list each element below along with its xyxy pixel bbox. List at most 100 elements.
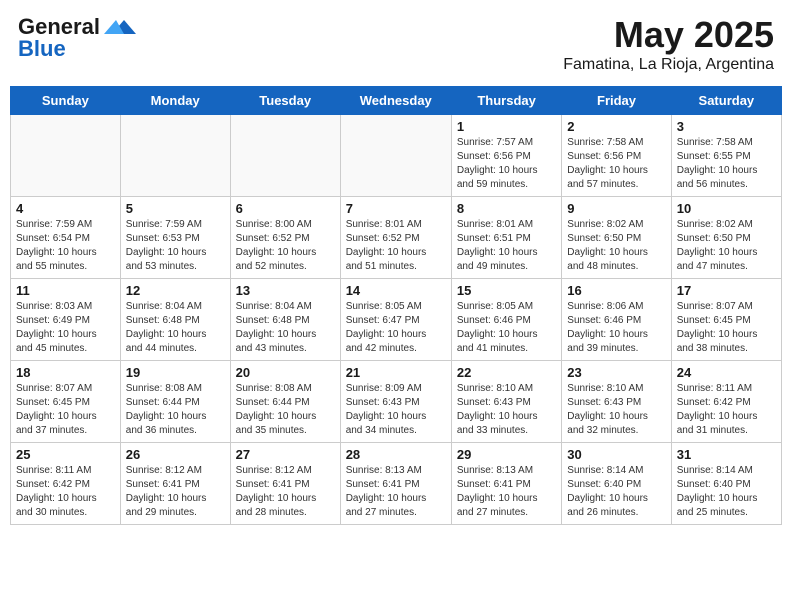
day-number: 21 xyxy=(346,365,446,380)
header-row: SundayMondayTuesdayWednesdayThursdayFrid… xyxy=(11,87,782,115)
day-info: Sunrise: 7:59 AM Sunset: 6:54 PM Dayligh… xyxy=(16,218,115,274)
day-number: 4 xyxy=(16,201,115,216)
day-number: 1 xyxy=(457,119,556,134)
day-number: 7 xyxy=(346,201,446,216)
day-number: 31 xyxy=(677,447,776,462)
header-cell-friday: Friday xyxy=(562,87,671,115)
day-info: Sunrise: 8:13 AM Sunset: 6:41 PM Dayligh… xyxy=(457,464,556,520)
day-cell: 15 Sunrise: 8:05 AM Sunset: 6:46 PM Dayli… xyxy=(451,279,561,361)
day-info: Sunrise: 8:09 AM Sunset: 6:43 PM Dayligh… xyxy=(346,382,446,438)
day-info: Sunrise: 8:14 AM Sunset: 6:40 PM Dayligh… xyxy=(677,464,776,520)
day-cell: 17 Sunrise: 8:07 AM Sunset: 6:45 PM Dayli… xyxy=(671,279,781,361)
header-cell-saturday: Saturday xyxy=(671,87,781,115)
day-cell: 30Sunrise: 8:14 AM Sunset: 6:40 PM Dayli… xyxy=(562,443,671,525)
day-number: 30 xyxy=(567,447,665,462)
day-info: Sunrise: 8:06 AM Sunset: 6:46 PM Dayligh… xyxy=(567,300,665,356)
day-cell: 31 Sunrise: 8:14 AM Sunset: 6:40 PM Dayli… xyxy=(671,443,781,525)
day-number: 12 xyxy=(126,283,225,298)
day-cell: 23 Sunrise: 8:10 AM Sunset: 6:43 PM Dayli… xyxy=(562,361,671,443)
day-info: Sunrise: 8:00 AM Sunset: 6:52 PM Dayligh… xyxy=(236,218,335,274)
week-row-5: 25Sunrise: 8:11 AM Sunset: 6:42 PM Dayli… xyxy=(11,443,782,525)
day-number: 17 xyxy=(677,283,776,298)
day-number: 19 xyxy=(126,365,225,380)
day-cell: 4 Sunrise: 7:59 AM Sunset: 6:54 PM Daylig… xyxy=(11,197,121,279)
day-number: 25 xyxy=(16,447,115,462)
day-info: Sunrise: 8:05 AM Sunset: 6:47 PM Dayligh… xyxy=(346,300,446,356)
day-number: 6 xyxy=(236,201,335,216)
day-number: 2 xyxy=(567,119,665,134)
day-number: 16 xyxy=(567,283,665,298)
day-cell: 7Sunrise: 8:01 AM Sunset: 6:52 PM Daylig… xyxy=(340,197,451,279)
logo-icon xyxy=(104,16,136,38)
day-number: 18 xyxy=(16,365,115,380)
day-number: 20 xyxy=(236,365,335,380)
day-cell: 20 Sunrise: 8:08 AM Sunset: 6:44 PM Dayli… xyxy=(230,361,340,443)
header-cell-sunday: Sunday xyxy=(11,87,121,115)
calendar-table: SundayMondayTuesdayWednesdayThursdayFrid… xyxy=(10,86,782,525)
day-number: 10 xyxy=(677,201,776,216)
day-cell: 25Sunrise: 8:11 AM Sunset: 6:42 PM Dayli… xyxy=(11,443,121,525)
day-info: Sunrise: 8:07 AM Sunset: 6:45 PM Dayligh… xyxy=(677,300,776,356)
day-number: 3 xyxy=(677,119,776,134)
day-cell: 11 Sunrise: 8:03 AM Sunset: 6:49 PM Dayli… xyxy=(11,279,121,361)
day-cell xyxy=(11,115,121,197)
day-cell xyxy=(230,115,340,197)
day-info: Sunrise: 8:08 AM Sunset: 6:44 PM Dayligh… xyxy=(126,382,225,438)
day-info: Sunrise: 8:08 AM Sunset: 6:44 PM Dayligh… xyxy=(236,382,335,438)
day-info: Sunrise: 8:07 AM Sunset: 6:45 PM Dayligh… xyxy=(16,382,115,438)
day-cell xyxy=(340,115,451,197)
day-number: 14 xyxy=(346,283,446,298)
day-cell: 10Sunrise: 8:02 AM Sunset: 6:50 PM Dayli… xyxy=(671,197,781,279)
day-cell: 13Sunrise: 8:04 AM Sunset: 6:48 PM Dayli… xyxy=(230,279,340,361)
day-number: 29 xyxy=(457,447,556,462)
day-number: 23 xyxy=(567,365,665,380)
title-section: May 2025 Famatina, La Rioja, Argentina xyxy=(563,14,774,74)
day-number: 24 xyxy=(677,365,776,380)
calendar-header: SundayMondayTuesdayWednesdayThursdayFrid… xyxy=(11,87,782,115)
day-cell: 9 Sunrise: 8:02 AM Sunset: 6:50 PM Daylig… xyxy=(562,197,671,279)
week-row-4: 18 Sunrise: 8:07 AM Sunset: 6:45 PM Dayli… xyxy=(11,361,782,443)
day-info: Sunrise: 7:58 AM Sunset: 6:55 PM Dayligh… xyxy=(677,136,776,192)
day-cell: 22 Sunrise: 8:10 AM Sunset: 6:43 PM Dayli… xyxy=(451,361,561,443)
week-row-3: 11 Sunrise: 8:03 AM Sunset: 6:49 PM Dayli… xyxy=(11,279,782,361)
day-info: Sunrise: 8:13 AM Sunset: 6:41 PM Dayligh… xyxy=(346,464,446,520)
day-info: Sunrise: 8:05 AM Sunset: 6:46 PM Dayligh… xyxy=(457,300,556,356)
day-info: Sunrise: 7:57 AM Sunset: 6:56 PM Dayligh… xyxy=(457,136,556,192)
logo-blue: Blue xyxy=(18,36,66,62)
day-number: 15 xyxy=(457,283,556,298)
day-info: Sunrise: 8:11 AM Sunset: 6:42 PM Dayligh… xyxy=(677,382,776,438)
calendar-subtitle: Famatina, La Rioja, Argentina xyxy=(563,56,774,74)
day-number: 13 xyxy=(236,283,335,298)
day-number: 5 xyxy=(126,201,225,216)
day-number: 11 xyxy=(16,283,115,298)
day-info: Sunrise: 8:10 AM Sunset: 6:43 PM Dayligh… xyxy=(567,382,665,438)
day-cell xyxy=(120,115,230,197)
day-info: Sunrise: 7:59 AM Sunset: 6:53 PM Dayligh… xyxy=(126,218,225,274)
day-number: 9 xyxy=(567,201,665,216)
day-number: 28 xyxy=(346,447,446,462)
day-cell: 26Sunrise: 8:12 AM Sunset: 6:41 PM Dayli… xyxy=(120,443,230,525)
header-cell-monday: Monday xyxy=(120,87,230,115)
day-cell: 2Sunrise: 7:58 AM Sunset: 6:56 PM Daylig… xyxy=(562,115,671,197)
day-number: 8 xyxy=(457,201,556,216)
calendar-title: May 2025 xyxy=(563,14,774,56)
day-info: Sunrise: 8:12 AM Sunset: 6:41 PM Dayligh… xyxy=(126,464,225,520)
day-cell: 5 Sunrise: 7:59 AM Sunset: 6:53 PM Daylig… xyxy=(120,197,230,279)
page-header: General Blue May 2025 Famatina, La Rioja… xyxy=(10,10,782,78)
day-number: 22 xyxy=(457,365,556,380)
day-cell: 1 Sunrise: 7:57 AM Sunset: 6:56 PM Daylig… xyxy=(451,115,561,197)
week-row-1: 1 Sunrise: 7:57 AM Sunset: 6:56 PM Daylig… xyxy=(11,115,782,197)
day-cell: 28 Sunrise: 8:13 AM Sunset: 6:41 PM Dayli… xyxy=(340,443,451,525)
day-cell: 16 Sunrise: 8:06 AM Sunset: 6:46 PM Dayli… xyxy=(562,279,671,361)
day-cell: 18 Sunrise: 8:07 AM Sunset: 6:45 PM Dayli… xyxy=(11,361,121,443)
day-info: Sunrise: 8:03 AM Sunset: 6:49 PM Dayligh… xyxy=(16,300,115,356)
header-cell-thursday: Thursday xyxy=(451,87,561,115)
day-cell: 12Sunrise: 8:04 AM Sunset: 6:48 PM Dayli… xyxy=(120,279,230,361)
day-info: Sunrise: 8:10 AM Sunset: 6:43 PM Dayligh… xyxy=(457,382,556,438)
day-cell: 3 Sunrise: 7:58 AM Sunset: 6:55 PM Daylig… xyxy=(671,115,781,197)
day-cell: 21 Sunrise: 8:09 AM Sunset: 6:43 PM Dayli… xyxy=(340,361,451,443)
day-cell: 27Sunrise: 8:12 AM Sunset: 6:41 PM Dayli… xyxy=(230,443,340,525)
header-cell-tuesday: Tuesday xyxy=(230,87,340,115)
day-info: Sunrise: 8:02 AM Sunset: 6:50 PM Dayligh… xyxy=(567,218,665,274)
day-cell: 8Sunrise: 8:01 AM Sunset: 6:51 PM Daylig… xyxy=(451,197,561,279)
